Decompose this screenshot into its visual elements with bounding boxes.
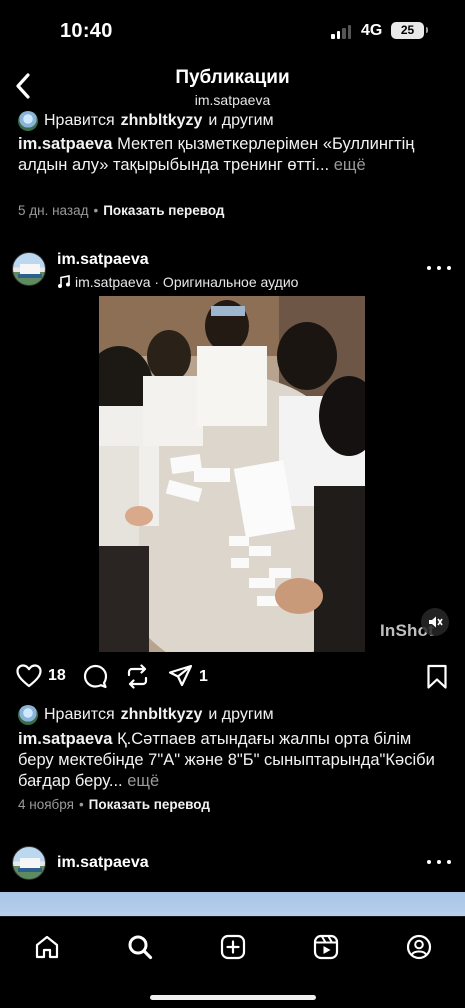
meta-separator: • <box>93 203 99 218</box>
signal-icon <box>331 25 351 39</box>
home-icon <box>35 935 59 959</box>
more-dot <box>437 266 441 270</box>
likes-suffix: и другим <box>208 112 274 129</box>
caption-username[interactable]: im.satpaeva <box>18 730 112 748</box>
nav-home[interactable] <box>32 932 62 962</box>
music-note-icon <box>58 275 70 288</box>
reels-icon <box>313 934 339 960</box>
page-title: Публикации <box>175 67 290 88</box>
battery-level: 25 <box>400 23 415 37</box>
translate-link[interactable]: Показать перевод <box>103 203 224 218</box>
nav-search[interactable] <box>125 932 155 962</box>
repost-icon <box>127 664 148 689</box>
home-indicator <box>150 995 316 1000</box>
more-dot <box>447 860 451 864</box>
post-time: 5 дн. назад <box>18 203 89 218</box>
likes-prefix: Нравится <box>44 112 115 129</box>
more-horizontal-icon <box>427 860 431 864</box>
comment-icon <box>83 664 108 689</box>
post-caption: im.satpaeva Қ.Сәтпаев атындағы жалпы орт… <box>18 729 448 792</box>
save-button[interactable] <box>426 664 448 690</box>
next-post-media[interactable] <box>0 892 465 918</box>
audio-label: im.satpaeva · Оригинальное аудио <box>75 274 299 290</box>
post-header: im.satpaeva <box>0 840 465 892</box>
battery-icon: 25 <box>391 22 428 39</box>
status-time: 10:40 <box>60 20 113 42</box>
caption-username[interactable]: im.satpaeva <box>18 135 112 153</box>
send-icon <box>168 664 193 687</box>
page-subtitle[interactable]: im.satpaeva <box>0 92 465 108</box>
likes-suffix: и другим <box>208 706 274 723</box>
liked-by-row[interactable]: Нравится zhnbltkyzy и другим <box>18 111 274 131</box>
liker-avatar <box>18 705 38 725</box>
liker-username[interactable]: zhnbltkyzy <box>121 112 203 130</box>
status-bar: 10:40 4G 25 <box>0 0 465 58</box>
more-options-button[interactable] <box>427 258 451 278</box>
post-meta: 4 ноября • Показать перевод <box>18 797 210 812</box>
avatar[interactable] <box>12 846 46 880</box>
network-type: 4G <box>361 22 383 39</box>
post-actions: 18 1 <box>0 660 465 696</box>
video-image <box>99 296 365 652</box>
translate-link[interactable]: Показать перевод <box>89 797 210 812</box>
like-button[interactable]: 18 <box>16 664 66 688</box>
caption-more-link[interactable]: ещё <box>329 156 366 174</box>
page-header: Публикации im.satpaeva <box>0 60 465 112</box>
caption-more-link[interactable]: ещё <box>123 772 159 790</box>
post-username[interactable]: im.satpaeva <box>57 251 149 269</box>
speaker-muted-icon <box>429 616 443 628</box>
mute-button[interactable] <box>421 608 449 636</box>
post-date: 4 ноября <box>18 797 74 812</box>
profile-icon <box>406 934 432 960</box>
nav-create[interactable] <box>218 932 248 962</box>
audio-link[interactable]: im.satpaeva · Оригинальное аудио <box>57 274 298 290</box>
more-dot <box>437 860 441 864</box>
share-button[interactable]: 1 <box>168 664 208 689</box>
meta-separator: • <box>78 797 84 812</box>
more-options-button[interactable] <box>427 852 451 872</box>
repost-button[interactable] <box>125 664 150 689</box>
nav-reels[interactable] <box>311 932 341 962</box>
liked-by-row[interactable]: Нравится zhnbltkyzy и другим <box>18 705 274 725</box>
share-count: 1 <box>199 667 208 685</box>
post-caption: im.satpaeva Мектеп қызметкерлерімен «Бул… <box>18 134 448 176</box>
comment-button[interactable] <box>83 664 108 689</box>
liker-username[interactable]: zhnbltkyzy <box>121 706 203 724</box>
heart-icon <box>16 664 42 688</box>
bottom-nav <box>0 916 465 1008</box>
more-horizontal-icon <box>427 266 431 270</box>
nav-profile[interactable] <box>404 932 434 962</box>
video-frame <box>99 296 365 652</box>
like-count[interactable]: 18 <box>48 667 66 685</box>
bookmark-icon <box>427 664 447 689</box>
search-icon <box>128 935 153 960</box>
post-meta: 5 дн. назад • Показать перевод <box>18 203 224 218</box>
more-dot <box>447 266 451 270</box>
post-media[interactable]: InShot <box>0 296 465 652</box>
avatar[interactable] <box>12 252 46 286</box>
likes-prefix: Нравится <box>44 706 115 723</box>
create-icon <box>220 934 246 960</box>
liker-avatar <box>18 111 38 131</box>
post-header: im.satpaeva im.satpaeva · Оригинальное а… <box>0 246 465 298</box>
post-username[interactable]: im.satpaeva <box>57 854 149 872</box>
